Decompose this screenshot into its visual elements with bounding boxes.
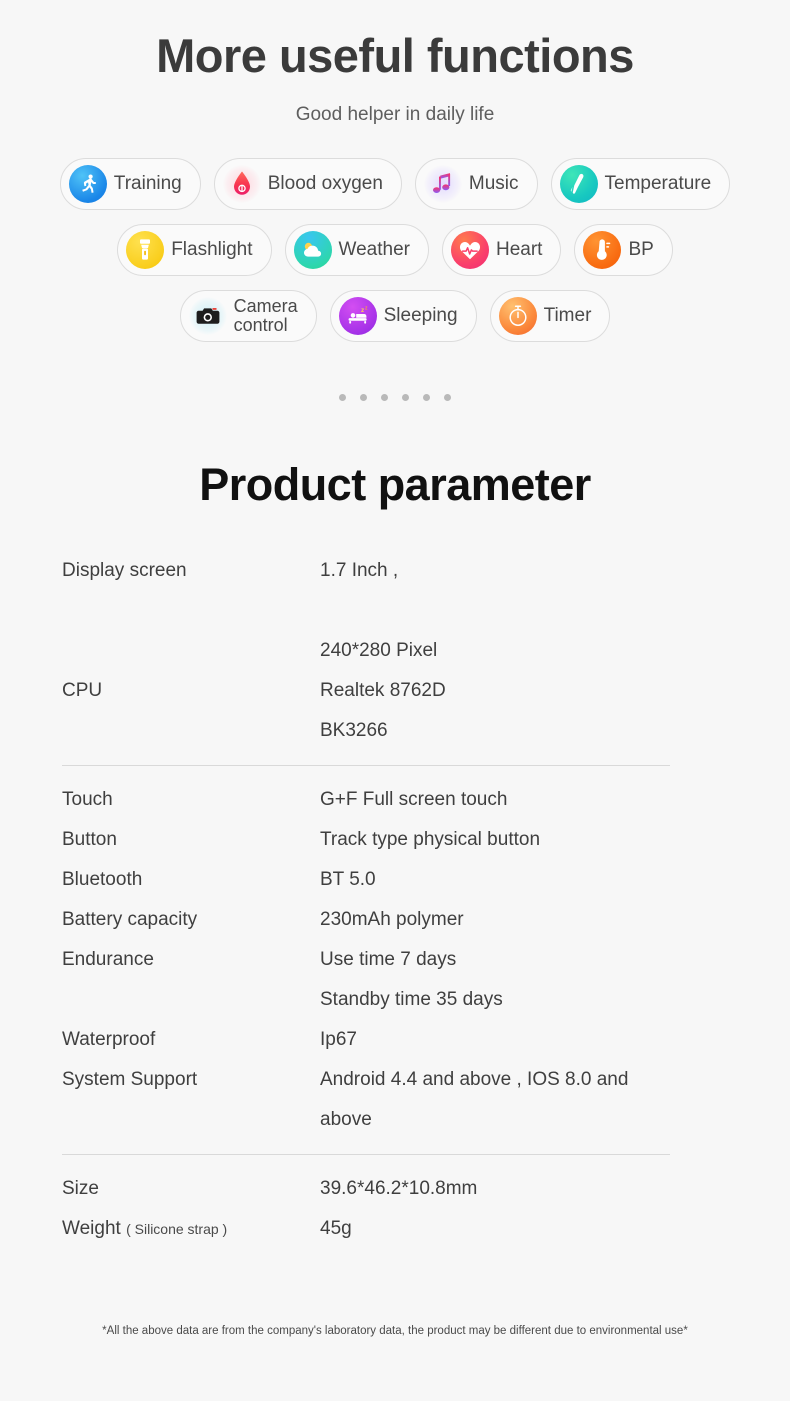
- feature-pill-label: Heart: [495, 238, 543, 260]
- pagination-dot[interactable]: [360, 393, 367, 401]
- camera-icon: [188, 296, 227, 335]
- feature-pill-label: Sleeping: [383, 304, 458, 326]
- footnote-disclaimer: *All the above data are from the company…: [102, 1325, 688, 1337]
- spec-group: Touch G+F Full screen touch Button Track…: [62, 780, 670, 1140]
- spec-value: BT 5.0: [320, 868, 376, 890]
- heart-pulse-icon: [450, 230, 489, 269]
- thermometer-gun-icon: [559, 164, 598, 203]
- feature-pill-timer[interactable]: Timer: [489, 289, 611, 342]
- music-note-icon: [423, 164, 462, 203]
- feature-pill-temperature[interactable]: Temperature: [550, 157, 731, 210]
- feature-pill-label: Flashlight: [171, 238, 253, 260]
- spec-key: Endurance: [62, 948, 154, 970]
- feature-pill-label: Blood oxygen: [267, 172, 383, 194]
- feature-pill-label: Camera control: [233, 295, 298, 335]
- spec-value: Track type physical button: [320, 828, 541, 850]
- spec-table: Display screen 1.7 Inch , 240*280 Pixel …: [62, 551, 670, 1249]
- feature-pill-grid: Training Blood oxygen Music Temperature …: [0, 157, 790, 342]
- spec-key: Bluetooth: [62, 868, 143, 890]
- spec-group: Size 39.6*46.2*10.8mm Weight ( Silicone …: [62, 1169, 670, 1249]
- spec-key: Waterproof: [62, 1028, 156, 1050]
- spec-key: Button: [62, 828, 117, 850]
- spec-key: CPU: [62, 679, 103, 701]
- feature-pill-label: Temperature: [604, 172, 712, 194]
- spec-key: Weight ( Silicone strap ): [62, 1209, 320, 1249]
- feature-pill-weather[interactable]: Weather: [284, 223, 429, 276]
- feature-pill-label: Weather: [338, 238, 410, 260]
- page-subtitle: Good helper in daily life: [295, 103, 495, 125]
- feature-row-3: Camera control z z Sleeping Timer: [0, 289, 790, 342]
- feature-pill-label: BP: [628, 238, 654, 260]
- pagination-dot[interactable]: [423, 393, 430, 401]
- spec-group: Display screen 1.7 Inch , 240*280 Pixel …: [62, 551, 670, 751]
- spec-value: Android 4.4 and above , IOS 8.0 and abov…: [320, 1068, 629, 1130]
- spec-row: Touch G+F Full screen touch: [62, 780, 670, 820]
- spec-key: Display screen: [62, 559, 187, 581]
- spec-value: 39.6*46.2*10.8mm: [320, 1177, 478, 1199]
- feature-pill-flashlight[interactable]: Flashlight: [117, 223, 272, 276]
- svg-text:z: z: [365, 305, 368, 311]
- spec-key: Touch: [62, 788, 113, 810]
- spec-value: Ip67: [320, 1028, 357, 1050]
- section-title-product-parameter: Product parameter: [199, 458, 591, 510]
- product-detail-page: More useful functions Good helper in dai…: [0, 0, 790, 1401]
- feature-pill-music[interactable]: Music: [414, 157, 538, 210]
- spec-key-main: Weight: [62, 1217, 121, 1239]
- svg-text:z: z: [361, 307, 364, 314]
- spec-key: Battery capacity: [62, 908, 198, 930]
- pagination-dot[interactable]: [444, 393, 451, 401]
- flashlight-icon: [126, 230, 165, 269]
- page-title: More useful functions: [156, 29, 634, 82]
- feature-pill-label: Music: [468, 172, 519, 194]
- spec-row: Display screen 1.7 Inch , 240*280 Pixel: [62, 551, 670, 671]
- spec-value: 1.7 Inch , 240*280 Pixel: [320, 559, 438, 661]
- feature-pill-camera-control[interactable]: Camera control: [179, 289, 317, 342]
- feature-pill-blood-oxygen[interactable]: Blood oxygen: [213, 157, 402, 210]
- pagination-dot[interactable]: [381, 393, 388, 401]
- feature-pill-sleeping[interactable]: z z Sleeping: [329, 289, 477, 342]
- blood-drop-icon: [222, 164, 261, 203]
- spec-row: CPU Realtek 8762D BK3266: [62, 671, 670, 751]
- thermometer-icon: [583, 230, 622, 269]
- spec-row: Battery capacity 230mAh polymer: [62, 900, 670, 940]
- feature-pill-bp[interactable]: BP: [574, 223, 673, 276]
- spec-divider: [62, 1153, 670, 1155]
- stopwatch-icon: [498, 296, 537, 335]
- feature-pill-training[interactable]: Training: [59, 157, 201, 210]
- pagination-dots[interactable]: [0, 393, 790, 401]
- spec-row: System Support Android 4.4 and above , I…: [62, 1060, 670, 1140]
- feature-row-2: Flashlight Weather Heart BP: [0, 223, 790, 276]
- spec-row: Weight ( Silicone strap ) 45g: [62, 1209, 670, 1249]
- spec-key: System Support: [62, 1068, 198, 1090]
- spec-row: Bluetooth BT 5.0: [62, 860, 670, 900]
- bed-icon: z z: [338, 296, 377, 335]
- spec-row: Endurance Use time 7 days Standby time 3…: [62, 940, 670, 1020]
- spec-value: Realtek 8762D BK3266: [320, 679, 446, 741]
- feature-pill-label: Timer: [543, 304, 592, 326]
- spec-value: Use time 7 days Standby time 35 days: [320, 948, 503, 1010]
- spec-row: Size 39.6*46.2*10.8mm: [62, 1169, 670, 1209]
- sun-cloud-icon: [293, 230, 332, 269]
- running-icon: [68, 164, 107, 203]
- spec-value: 45g: [320, 1217, 352, 1239]
- pagination-dot[interactable]: [402, 393, 409, 401]
- spec-row: Waterproof Ip67: [62, 1020, 670, 1060]
- spec-key-note: ( Silicone strap ): [126, 1220, 228, 1237]
- feature-row-1: Training Blood oxygen Music Temperature: [0, 157, 790, 210]
- spec-key: Size: [62, 1177, 99, 1199]
- spec-value: G+F Full screen touch: [320, 788, 508, 810]
- spec-value: 230mAh polymer: [320, 908, 464, 930]
- spec-row: Button Track type physical button: [62, 820, 670, 860]
- spec-divider: [62, 764, 670, 766]
- pagination-dot[interactable]: [339, 393, 346, 401]
- feature-pill-label: Training: [113, 172, 182, 194]
- feature-pill-heart[interactable]: Heart: [441, 223, 562, 276]
